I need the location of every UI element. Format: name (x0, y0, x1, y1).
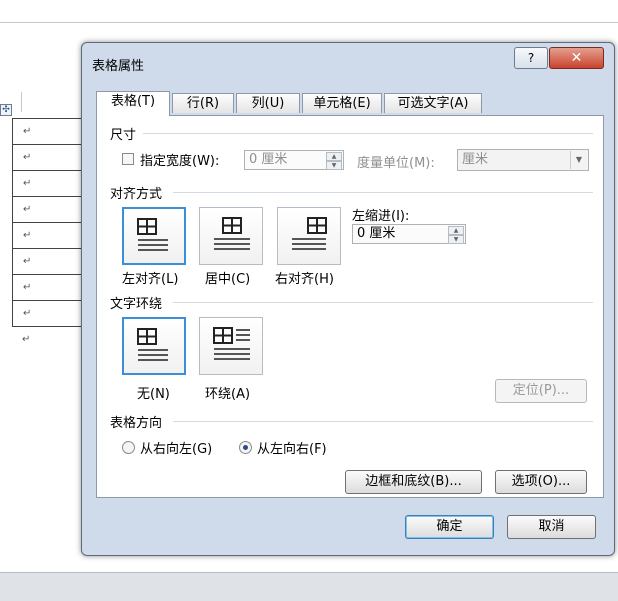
tab-cell[interactable]: 单元格(E) (302, 93, 382, 113)
spin-down-icon[interactable]: ▼ (326, 161, 342, 170)
tab-table[interactable]: 表格(T) (96, 91, 170, 116)
wrap-none-option[interactable] (122, 317, 186, 375)
chevron-down-icon[interactable]: ▼ (570, 151, 587, 169)
tab-row[interactable]: 行(R) (172, 93, 234, 113)
width-spinner[interactable]: ▲ ▼ (326, 152, 342, 170)
document-table[interactable]: ↵ ↵ ↵ ↵ ↵ ↵ ↵ ↵ (12, 118, 90, 327)
unit-label: 度量单位(M): (357, 156, 435, 171)
table-row[interactable]: ↵ (12, 196, 90, 223)
table-cell[interactable]: ↵ (12, 118, 90, 145)
width-input[interactable]: 0 厘米 ▲ ▼ (244, 150, 344, 170)
align-right-icon (292, 217, 327, 250)
wrap-around-label: 环绕(A) (205, 387, 251, 402)
spin-up-icon[interactable]: ▲ (448, 226, 464, 235)
wrap-none-icon (137, 328, 168, 361)
table-cell[interactable]: ↵ (12, 274, 90, 301)
table-row[interactable]: ↵ (12, 248, 90, 275)
wrap-around-icon (213, 327, 250, 360)
tab-column[interactable]: 列(U) (236, 93, 300, 113)
table-move-handle-icon[interactable]: ✣ (0, 104, 12, 116)
wrap-none-label: 无(N) (137, 387, 170, 402)
alignment-section-title: 对齐方式 (110, 187, 163, 202)
table-cell[interactable]: ↵ (12, 248, 90, 275)
align-right-option[interactable] (277, 207, 341, 265)
table-row[interactable]: ↵ (12, 170, 90, 197)
wrap-around-option[interactable] (199, 317, 263, 375)
rtl-label: 从右向左(G) (140, 442, 213, 457)
table-row[interactable]: ↵ (12, 274, 90, 301)
indent-spinner[interactable]: ▲ ▼ (448, 226, 464, 244)
table-cell[interactable]: ↵ (12, 222, 90, 249)
align-center-label: 居中(C) (205, 272, 251, 287)
options-button[interactable]: 选项(O)... (495, 470, 587, 494)
align-left-option[interactable] (122, 207, 186, 265)
width-value: 0 厘米 (249, 152, 288, 167)
align-right-label: 右对齐(H) (275, 272, 334, 287)
tab-alt-text[interactable]: 可选文字(A) (384, 93, 482, 113)
table-properties-dialog: 表格属性 ? ✕ 表格(T) 行(R) 列(U) 单元格(E) 可选文字(A) … (81, 42, 615, 556)
indent-label: 左缩进(I): (352, 209, 410, 224)
indent-value: 0 厘米 (357, 226, 396, 241)
unit-value: 厘米 (462, 152, 489, 167)
table-row[interactable]: ↵ (12, 222, 90, 249)
ruler-line (0, 22, 618, 23)
section-divider (173, 421, 593, 422)
cursor-guide-line (21, 92, 22, 112)
positioning-button[interactable]: 定位(P)... (495, 379, 587, 403)
table-row[interactable]: ↵ (12, 144, 90, 171)
table-cell[interactable]: ↵ (12, 170, 90, 197)
spin-down-icon[interactable]: ▼ (448, 235, 464, 244)
section-divider (143, 133, 593, 134)
align-left-label: 左对齐(L) (122, 272, 179, 287)
section-divider (173, 192, 593, 193)
ltr-radio[interactable] (239, 441, 252, 454)
ok-button[interactable]: 确定 (405, 515, 494, 539)
table-cell[interactable]: ↵ (12, 300, 90, 327)
cancel-button[interactable]: 取消 (507, 515, 596, 539)
wrapping-section-title: 文字环绕 (110, 297, 163, 312)
table-cell[interactable]: ↵ (12, 196, 90, 223)
paragraph-mark: ↵ (22, 334, 31, 345)
close-button[interactable]: ✕ (549, 47, 604, 69)
direction-section-title: 表格方向 (110, 416, 163, 431)
rtl-radio[interactable] (122, 441, 135, 454)
align-center-option[interactable] (199, 207, 263, 265)
table-row[interactable]: ↵ (12, 300, 90, 327)
align-center-icon (214, 217, 250, 250)
help-button[interactable]: ? (514, 47, 548, 69)
borders-shading-button[interactable]: 边框和底纹(B)... (345, 470, 482, 494)
table-cell[interactable]: ↵ (12, 144, 90, 171)
size-section-title: 尺寸 (110, 128, 137, 143)
dialog-title: 表格属性 (92, 59, 145, 74)
tab-panel-table: 尺寸 指定宽度(W): 0 厘米 ▲▼ 度量单位(M): 厘米 ▼ 对齐方式 (96, 115, 604, 498)
section-divider (173, 302, 593, 303)
align-left-icon (137, 218, 168, 251)
specify-width-label: 指定宽度(W): (140, 154, 220, 169)
ltr-label: 从左向右(F) (257, 442, 327, 457)
specify-width-checkbox[interactable] (122, 153, 134, 165)
table-row[interactable]: ↵ (12, 118, 90, 145)
status-bar (0, 572, 618, 601)
spin-up-icon[interactable]: ▲ (326, 152, 342, 161)
unit-select[interactable]: 厘米 ▼ (457, 149, 589, 171)
indent-input[interactable]: 0 厘米 ▲ ▼ (352, 224, 466, 244)
